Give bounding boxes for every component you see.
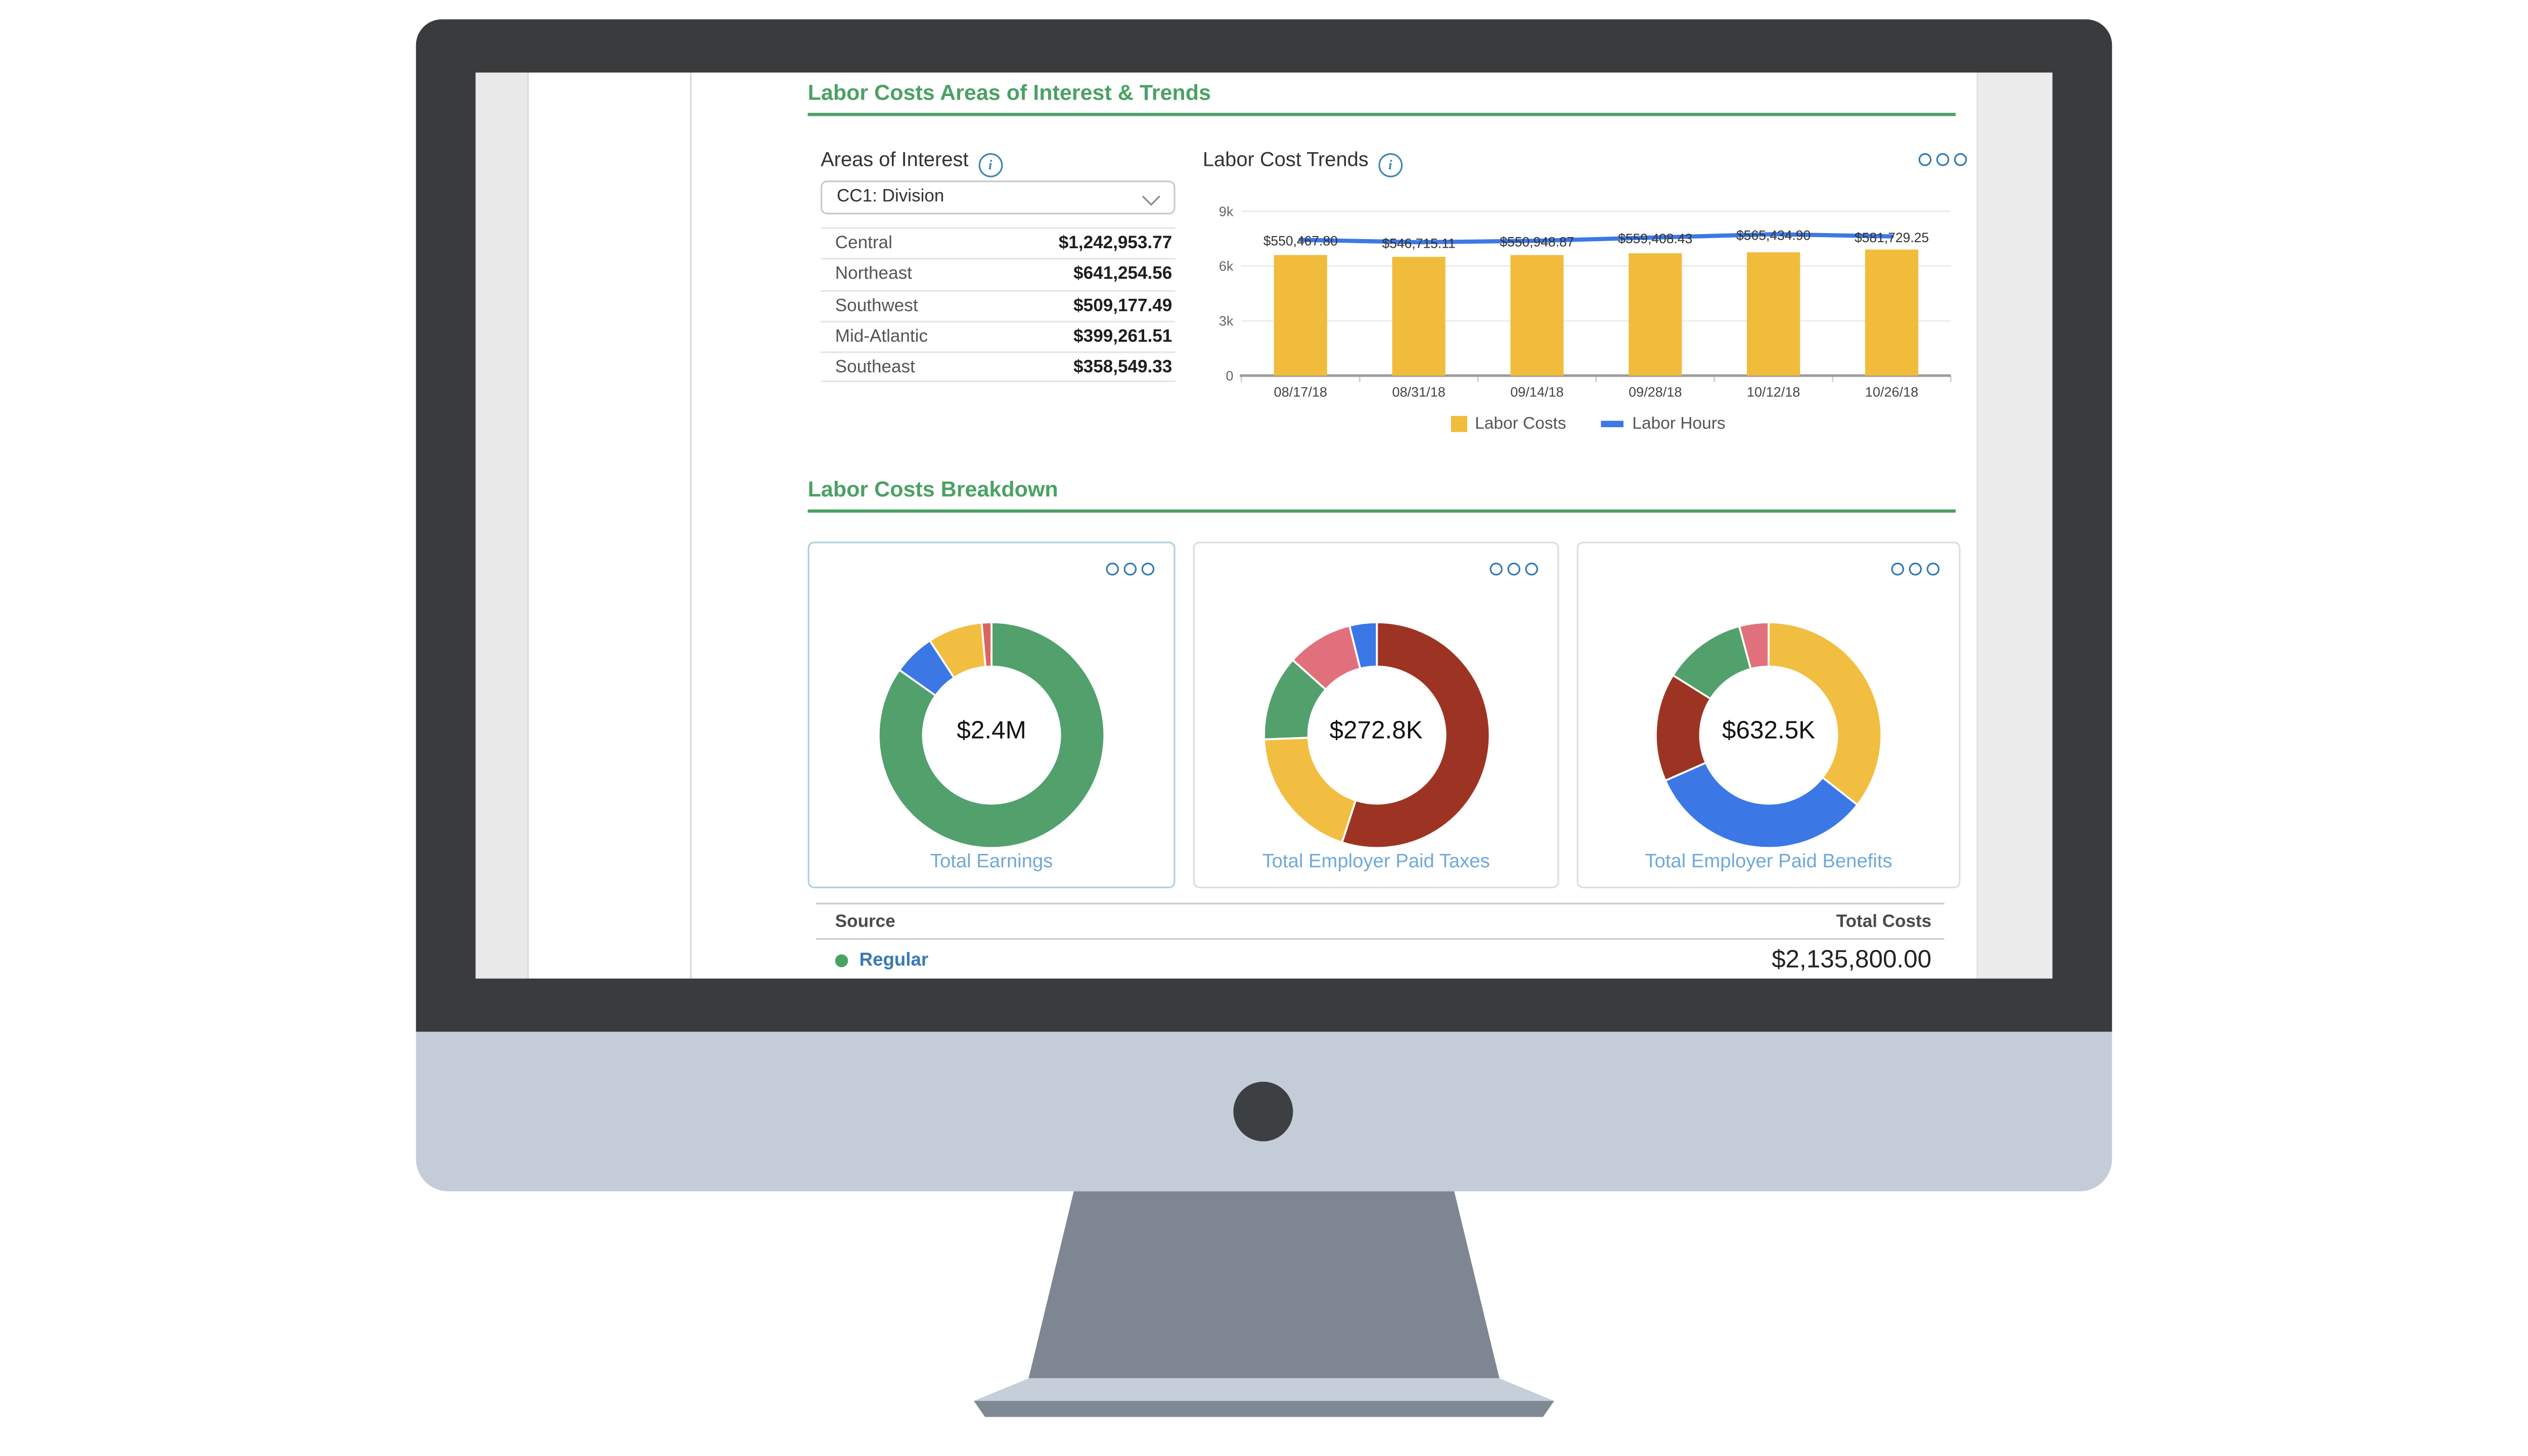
donut-slice[interactable] xyxy=(1263,738,1355,842)
donut-center-value: $2.4M xyxy=(809,717,1174,746)
legend-item-labor-hours: Labor Hours xyxy=(1602,415,1726,434)
monitor-logo-circle xyxy=(1233,1082,1293,1142)
areas-table-row: Northeast$641,254.56 xyxy=(821,258,1176,290)
areas-table-row: Southwest$509,177.49 xyxy=(821,290,1176,321)
card-total-earnings[interactable]: $2.4M Total Earnings xyxy=(808,541,1176,888)
svg-text:10/12/18: 10/12/18 xyxy=(1747,384,1800,399)
card-total-employer-paid-taxes[interactable]: $272.8K Total Employer Paid Taxes xyxy=(1193,541,1559,888)
legend-label: Labor Hours xyxy=(1632,415,1725,434)
svg-text:0: 0 xyxy=(1226,368,1233,384)
donut-caption[interactable]: Total Earnings xyxy=(809,849,1174,872)
areas-table-row: Southeast$358,549.33 xyxy=(821,352,1176,383)
source-table-header: Source Total Costs xyxy=(816,903,1945,940)
donut-caption[interactable]: Total Employer Paid Benefits xyxy=(1578,849,1959,872)
svg-text:$559,408.43: $559,408.43 xyxy=(1618,231,1692,246)
trends-panel-title: Labor Cost Trends i xyxy=(1203,148,1403,176)
source-row-total: $2,135,800.00 xyxy=(1772,946,1931,975)
svg-text:$565,434.90: $565,434.90 xyxy=(1736,228,1811,243)
section-rule xyxy=(808,113,1956,116)
section-rule xyxy=(808,510,1956,513)
svg-text:$546,715.11: $546,715.11 xyxy=(1382,236,1456,251)
regular-series-dot xyxy=(835,954,848,968)
svg-text:$550,948.87: $550,948.87 xyxy=(1500,234,1574,249)
monitor-stand-base-edge xyxy=(974,1401,1554,1417)
card-menu-ellipsis-icon[interactable] xyxy=(1891,563,1939,576)
donut-slice[interactable] xyxy=(1769,622,1881,805)
labor-hours-swatch xyxy=(1602,421,1624,427)
svg-text:6k: 6k xyxy=(1219,258,1234,274)
monitor-chin xyxy=(416,1032,2112,1192)
page-right-gutter xyxy=(1976,72,2052,978)
card-menu-ellipsis-icon[interactable] xyxy=(1106,563,1155,576)
card-menu-ellipsis-icon[interactable] xyxy=(1489,563,1538,576)
svg-text:10/26/18: 10/26/18 xyxy=(1865,384,1918,399)
areas-of-interest-dropdown[interactable]: CC1: Division xyxy=(821,180,1176,214)
total-costs-column-header: Total Costs xyxy=(1836,912,1931,931)
info-icon[interactable]: i xyxy=(1378,152,1403,176)
screen: Labor Costs Areas of Interest & Trends A… xyxy=(476,72,2053,978)
content-left-divider xyxy=(690,72,692,978)
section-title-breakdown: Labor Costs Breakdown xyxy=(808,477,1058,502)
svg-text:9k: 9k xyxy=(1219,203,1234,219)
svg-text:08/31/18: 08/31/18 xyxy=(1392,384,1445,399)
areas-of-interest-table: Central$1,242,953.77Northeast$641,254.56… xyxy=(821,228,1176,383)
trends-legend: Labor Costs Labor Hours xyxy=(1241,415,1934,434)
areas-table-row: Mid-Atlantic$399,261.51 xyxy=(821,321,1176,352)
svg-text:$581,729.25: $581,729.25 xyxy=(1855,230,1929,245)
svg-text:09/14/18: 09/14/18 xyxy=(1510,384,1563,399)
legend-item-labor-costs: Labor Costs xyxy=(1451,415,1566,434)
source-column-header: Source xyxy=(835,912,895,931)
card-total-employer-paid-benefits[interactable]: $632.5K Total Employer Paid Benefits xyxy=(1577,541,1961,888)
svg-text:3k: 3k xyxy=(1219,313,1234,329)
page-left-gutter xyxy=(476,72,529,978)
trends-chart[interactable]: 0 3k 6k 9k 08/17/18 08/31/18 09/14/18 09/28/18 1… xyxy=(1209,198,1954,404)
chevron-down-icon xyxy=(1142,188,1160,206)
donut-center-value: $632.5K xyxy=(1578,717,1959,746)
info-icon[interactable]: i xyxy=(978,152,1003,176)
svg-text:09/28/18: 09/28/18 xyxy=(1629,384,1682,399)
dropdown-selected-value: CC1: Division xyxy=(837,187,944,206)
donut-center-value: $272.8K xyxy=(1195,717,1557,746)
svg-text:08/17/18: 08/17/18 xyxy=(1274,384,1327,399)
monitor-stand-neck xyxy=(1016,1192,1512,1379)
source-row-link[interactable]: Regular xyxy=(860,951,929,970)
donut-caption[interactable]: Total Employer Paid Taxes xyxy=(1195,849,1557,872)
legend-label: Labor Costs xyxy=(1475,415,1566,434)
monitor-mockup: Labor Costs Areas of Interest & Trends A… xyxy=(0,0,2528,1422)
labor-costs-swatch xyxy=(1451,416,1467,432)
areas-table-row: Central$1,242,953.77 xyxy=(821,228,1176,259)
svg-text:$550,467.80: $550,467.80 xyxy=(1263,234,1338,249)
areas-of-interest-title-label: Areas of Interest xyxy=(821,148,968,171)
monitor-stand-base xyxy=(974,1378,1554,1401)
section-title-areas-trends: Labor Costs Areas of Interest & Trends xyxy=(808,80,1211,105)
trends-menu-ellipsis-icon[interactable] xyxy=(1919,153,1967,166)
source-table-row: Regular $2,135,800.00 xyxy=(816,940,1945,979)
trends-title-label: Labor Cost Trends xyxy=(1203,148,1369,171)
areas-of-interest-panel-title: Areas of Interest i xyxy=(821,148,1002,176)
